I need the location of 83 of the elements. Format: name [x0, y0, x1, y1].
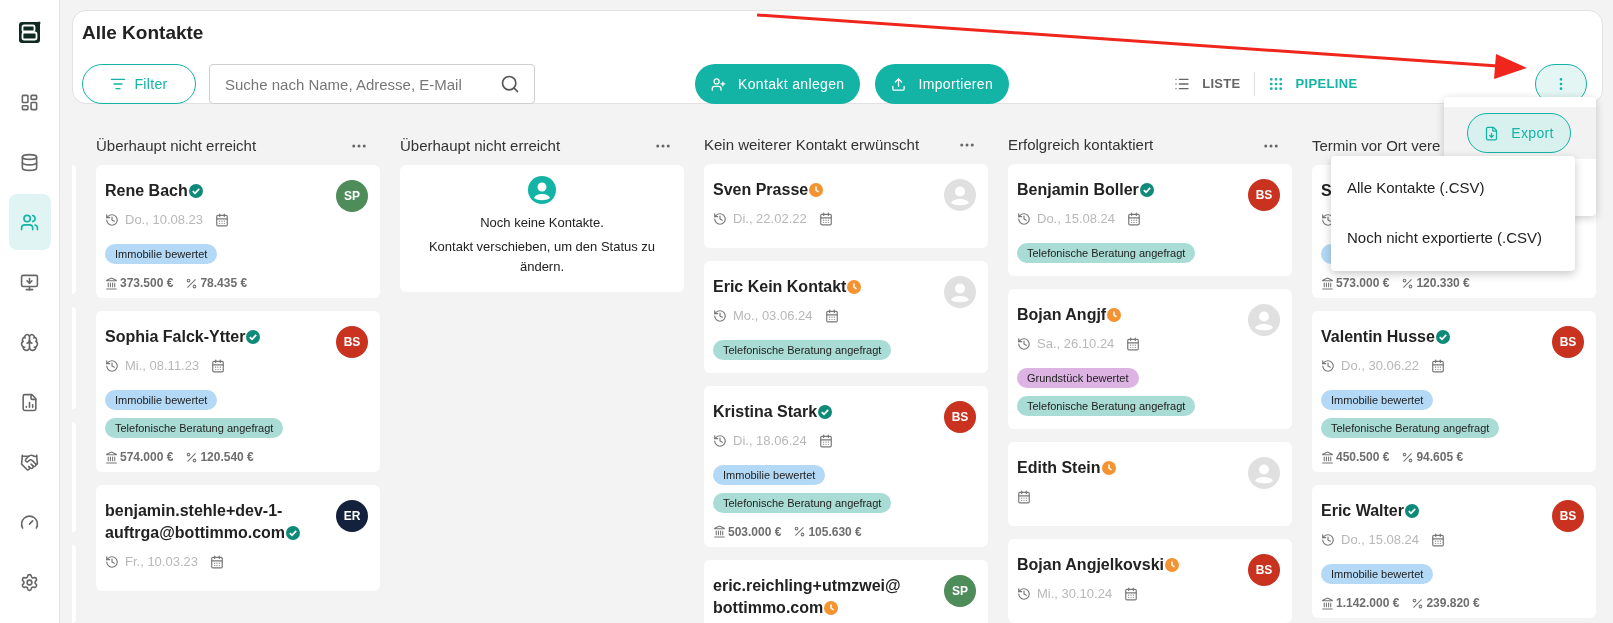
contact-date: Sa., 26.10.24 [1037, 335, 1115, 354]
contact-date: Di., 18.06.24 [733, 431, 807, 450]
contact-name: Rene Bach [105, 182, 188, 199]
commission-value: 78.435 € [200, 276, 248, 290]
avatar: ER [336, 500, 368, 532]
tag: Telefonische Beratung angefragt [105, 418, 284, 438]
contact-name: Kristina Stark [713, 402, 818, 420]
commission-value: 120.330 € [1416, 276, 1470, 290]
menu-item[interactable]: Alle Kontakte (.CSV) [1331, 163, 1575, 214]
contact-date: Di., 22.02.22 [733, 209, 807, 228]
empty-title: Noch keine Kontakte. [480, 214, 604, 232]
commission-value: 105.630 € [808, 524, 862, 539]
contact-name: Benjamin Boller [1017, 181, 1139, 198]
contact-card[interactable]: Sophia Falck-Ytter BS Mi., 08.11.23 Immobilie bewertet Telefonische Beratung angefragt 574.000 € 120.540 € [96, 311, 380, 472]
tag: Immobilie bewertet [713, 464, 826, 485]
contact-name: Bojan Angjelkovski [1017, 556, 1164, 573]
contact-card[interactable]: Bojan Angjelkovski BS Mi., 30.10.24 [1008, 539, 1292, 623]
contact-name: eric.reichling+utmzwei@bottimmo.com [713, 576, 901, 616]
contact-card[interactable]: Bojan Angjf Sa., 26.10.24 Grundstück bewertet Telefonische Beratung angefragt [1008, 289, 1292, 429]
contact-date: Mi., 08.11.23 [125, 357, 200, 376]
avatar: BS [944, 400, 976, 433]
view-tab[interactable]: LISTE [1174, 74, 1241, 94]
avatar: BS [336, 326, 368, 358]
contact-card[interactable]: Edith Stein [1008, 442, 1292, 526]
contact-date: Mi., 30.10.24 [1037, 585, 1113, 604]
property-value: 1.142.000 € [1336, 596, 1400, 610]
contact-name: S [1321, 182, 1332, 199]
tag: Immobilie bewertet [1321, 564, 1434, 584]
avatar: BS [1248, 179, 1280, 211]
menu-item[interactable]: Noch nicht exportierte (.CSV) [1331, 213, 1575, 264]
contact-date: Do., 10.08.23 [125, 211, 204, 230]
tag: Telefonische Beratung angefragt [713, 339, 892, 360]
column-title: Kein weiterer Kontakt erwünscht [704, 135, 920, 155]
contact-date: Fr., 10.03.23 [125, 553, 198, 572]
contact-date: Do., 15.08.24 [1037, 210, 1116, 229]
tag: Immobilie bewertet [105, 244, 218, 264]
commission-value: 94.605 € [1416, 450, 1464, 464]
tag: Telefonische Beratung angefragt [713, 492, 892, 513]
contact-date: Do., 30.06.22 [1341, 357, 1420, 376]
tag: Immobilie bewertet [105, 390, 218, 410]
column-title: Überhaupt nicht erreicht [400, 135, 561, 156]
contact-card[interactable]: Eric Kein Kontakt Mo., 03.06.24 Telefonische Beratung angefragt [704, 260, 988, 373]
property-value: 503.000 € [728, 524, 782, 539]
tag: Grundstück bewertet [1017, 368, 1139, 388]
contact-card[interactable]: Rene Bach SP Do., 10.08.23 Immobilie bewertet 373.500 € 78.435 € [96, 165, 380, 298]
avatar: BS [1248, 554, 1280, 586]
contact-name: Eric Walter [1321, 502, 1404, 519]
property-value: 574.000 € [120, 450, 174, 464]
contact-card[interactable]: Valentin Husse BS Do., 30.06.22 Immobilie bewertet Telefonische Beratung angefragt 450.500 € 94.605 € [1312, 311, 1596, 472]
column-title: Termin vor Ort vere [1312, 135, 1441, 156]
avatar: SP [944, 574, 976, 607]
avatar: BS [1552, 326, 1584, 358]
search-field[interactable]: Suche nach Name, Adresse, E-Mail [209, 64, 535, 104]
contact-card[interactable]: eric.reichling+utmzwei@bottimmo.com SP [704, 559, 988, 623]
contact-name: Bojan Angjf [1017, 306, 1107, 323]
property-value: 573.000 € [1336, 276, 1390, 290]
tag: Telefonische Beratung angefragt [1017, 243, 1196, 263]
column-title: Überhaupt nicht erreicht [96, 135, 257, 156]
avatar: BS [1552, 500, 1584, 532]
commission-value: 239.820 € [1426, 596, 1480, 610]
tag: Telefonische Beratung angefragt [1017, 396, 1196, 416]
contact-name: Sven Prasse [713, 180, 809, 198]
contact-card[interactable]: Eric Walter BS Do., 15.08.24 Immobilie bewertet 1.142.000 € 239.820 € [1312, 485, 1596, 618]
column-title: Erfolgreich kontaktiert [1008, 135, 1154, 156]
tag: Immobilie bewertet [1321, 390, 1434, 410]
tag: Telefonische Beratung angefragt [1321, 418, 1500, 438]
contact-name: Edith Stein [1017, 459, 1101, 476]
empty-text: Kontakt verschieben, um den Status zu ändern. [427, 237, 657, 276]
contact-name: Sophia Falck-Ytter [105, 328, 246, 345]
contact-date: Mo., 03.06.24 [733, 306, 813, 325]
contact-name: Eric Kein Kontakt [713, 277, 847, 295]
contact-date: Do., 15.08.24 [1341, 531, 1420, 550]
avatar: SP [336, 180, 368, 212]
commission-value: 120.540 € [200, 450, 254, 464]
property-value: 373.500 € [120, 276, 174, 290]
contact-card[interactable]: Benjamin Boller BS Do., 15.08.24 Telefonische Beratung angefragt [1008, 164, 1292, 276]
contact-card[interactable]: Kristina Stark BS Di., 18.06.24 Immobilie bewertet Telefonische Beratung angefragt 503.000 € 105.630 € [704, 385, 988, 547]
property-value: 450.500 € [1336, 450, 1390, 464]
contact-card[interactable]: benjamin.stehle+dev-1-auftrga@bottimmo.com ER Fr., 10.03.23 [96, 485, 380, 591]
page-title: Alle Kontakte [82, 21, 205, 45]
contact-name: Valentin Husse [1321, 328, 1435, 345]
contact-card[interactable]: Sven Prasse Di., 22.02.22 [704, 163, 988, 248]
contact-name: benjamin.stehle+dev-1-auftrga@bottimmo.com [105, 502, 286, 541]
